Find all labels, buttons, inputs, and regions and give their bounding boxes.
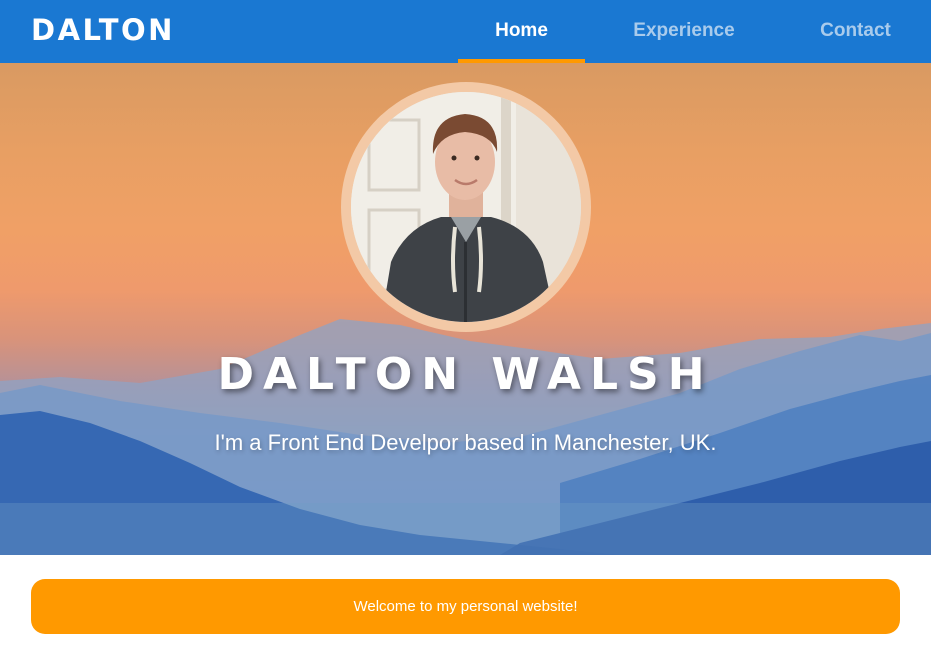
nav-contact[interactable]: Contact	[800, 0, 911, 63]
top-navbar: DALTON Home Experience Contact	[0, 0, 931, 63]
hero-section: DALTON WALSH I'm a Front End Develpor ba…	[0, 63, 931, 555]
welcome-banner: Welcome to my personal website!	[31, 579, 900, 634]
avatar	[351, 92, 581, 322]
avatar-ring	[341, 82, 591, 332]
profile-photo-icon	[351, 92, 581, 322]
nav-experience[interactable]: Experience	[618, 0, 750, 63]
nav-home[interactable]: Home	[458, 0, 585, 63]
hero-tagline: I'm a Front End Develpor based in Manche…	[214, 430, 717, 455]
brand-logo[interactable]: DALTON	[31, 12, 175, 48]
hero-name-heading: DALTON WALSH	[217, 349, 714, 400]
